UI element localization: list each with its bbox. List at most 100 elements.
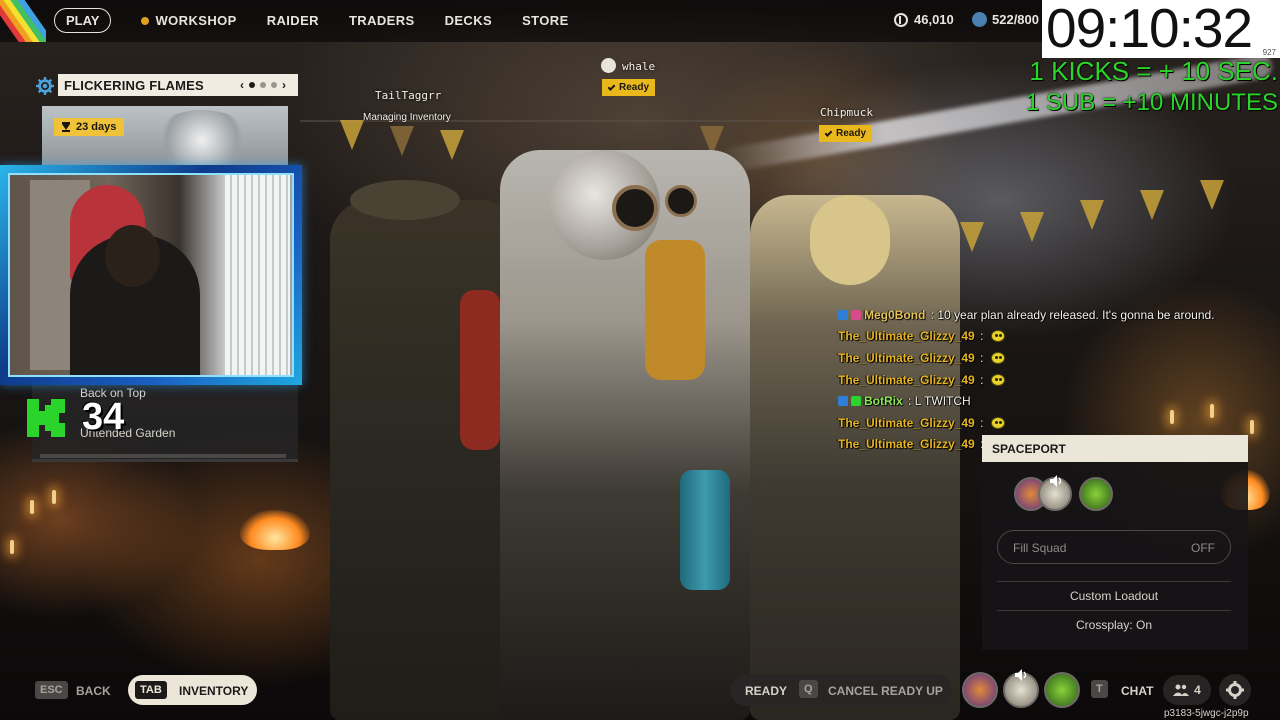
bunting-flag — [960, 222, 984, 252]
ready-badge: Ready — [819, 125, 873, 142]
page-dot[interactable] — [271, 82, 277, 88]
squad-avatar[interactable] — [1079, 477, 1113, 511]
fill-squad-toggle[interactable]: Fill Squad OFF — [997, 530, 1231, 564]
fill-squad-value: OFF — [1191, 541, 1215, 555]
currency-value: 46,010 — [914, 12, 954, 27]
candle — [52, 490, 56, 504]
brand-stripes-logo — [0, 0, 46, 42]
spaceport-header: SPACEPORT — [982, 435, 1248, 462]
event-lower-card[interactable] — [32, 384, 298, 462]
chat-username: The_Ultimate_Glizzy_49 — [838, 329, 975, 344]
event-tree-image — [152, 110, 252, 170]
squad-member-status: Managing Inventory — [363, 112, 451, 123]
candle — [10, 540, 14, 554]
chat-emote-icon — [990, 330, 1005, 343]
squad-member-name: Chipmuck — [820, 106, 873, 119]
page-dot[interactable] — [260, 82, 266, 88]
stream-timer: 09:10:32 — [1046, 0, 1253, 59]
nav-decks[interactable]: DECKS — [445, 13, 493, 28]
nav-workshop[interactable]: WORKSHOP — [141, 13, 236, 28]
nav-traders[interactable]: TRADERS — [349, 13, 415, 28]
bunting-flag — [1020, 212, 1044, 242]
esc-key-hint[interactable]: ESC — [35, 681, 68, 699]
bunting-flag — [1080, 200, 1104, 230]
chat-line: BotRix : L TWITCH — [838, 390, 1258, 412]
check-icon — [824, 128, 833, 137]
promo-subs: 1 SUB = +10 MINUTES — [1025, 89, 1278, 116]
divider — [997, 581, 1231, 582]
token-icon — [972, 12, 987, 27]
ready-badge: Ready — [602, 79, 656, 96]
bunting-flag — [340, 120, 364, 150]
raider-character-right — [750, 195, 960, 720]
gear-icon[interactable] — [36, 77, 54, 95]
custom-loadout-option[interactable]: Custom Loadout — [997, 589, 1231, 603]
q-key-hint: Q — [799, 680, 818, 698]
chat-button[interactable]: CHAT — [1121, 684, 1153, 698]
chat-separator: : — [976, 350, 987, 365]
crossplay-option[interactable]: Crossplay: On — [997, 618, 1231, 632]
event-title: FLICKERING FLAMES — [64, 77, 204, 93]
campfire — [240, 510, 310, 550]
ready-badge-label: Ready — [619, 82, 650, 93]
bunting-flag — [440, 130, 464, 160]
squad-avatar[interactable] — [962, 672, 998, 708]
webcam-feed — [8, 173, 294, 377]
bunting-flag — [1140, 190, 1164, 220]
fill-squad-label: Fill Squad — [1013, 541, 1067, 555]
kick-logo-icon — [27, 399, 65, 437]
gear-icon — [1226, 681, 1244, 699]
back-button[interactable]: BACK — [76, 684, 111, 698]
chat-username: Meg0Bond — [864, 307, 926, 322]
main-nav: PLAY WORKSHOP RAIDER TRADERS DECKS STORE — [54, 8, 569, 33]
page-dot[interactable] — [249, 82, 255, 88]
days-remaining-label: 23 days — [76, 121, 117, 133]
chat-username: The_Ultimate_Glizzy_49 — [838, 350, 975, 365]
chat-username: The_Ultimate_Glizzy_49 — [838, 437, 975, 452]
chat-line: The_Ultimate_Glizzy_49 : — [838, 369, 1258, 391]
chat-separator: : — [976, 329, 987, 344]
nav-play-button[interactable]: PLAY — [54, 8, 112, 33]
cancel-ready-button[interactable]: CANCEL READY UP — [828, 684, 943, 698]
speaker-icon — [1050, 475, 1062, 487]
chevron-left-icon[interactable]: ‹ — [240, 78, 244, 92]
crown-icon — [601, 58, 616, 73]
chevron-right-icon[interactable]: › — [282, 78, 286, 92]
chat-line: The_Ultimate_Glizzy_49 : — [838, 326, 1258, 348]
token-value: 522/800 — [992, 12, 1039, 27]
chat-separator: : — [976, 372, 987, 387]
speaker-icon — [1015, 669, 1027, 681]
chat-username: The_Ultimate_Glizzy_49 — [838, 415, 975, 430]
chat-emote-icon — [990, 416, 1005, 429]
chat-separator: : — [904, 394, 915, 409]
lobby-code: p3183-5jwgc-j2p9p — [1164, 708, 1249, 719]
tab-key-hint: TAB — [135, 681, 167, 699]
nav-raider[interactable]: RAIDER — [267, 13, 319, 28]
coin-icon — [894, 12, 908, 27]
chat-separator: : — [976, 415, 987, 430]
chat-separator: : — [927, 307, 938, 322]
settings-button[interactable] — [1219, 674, 1251, 706]
squad-members-button[interactable]: 4 — [1163, 675, 1211, 705]
squad-avatar[interactable] — [1044, 672, 1080, 708]
promo-kicks: 1 KICKS = + 10 SEC. — [1029, 56, 1278, 86]
people-icon — [1173, 684, 1190, 696]
bunting-flag — [1200, 180, 1224, 210]
stream-chat-overlay: Meg0Bond : 10 year plan already released… — [838, 304, 1258, 455]
chat-emote-icon — [990, 373, 1005, 386]
event-pager: ‹ › — [240, 78, 286, 92]
chat-badge-icon — [851, 396, 861, 407]
nav-store[interactable]: STORE — [522, 13, 569, 28]
ready-label: READY — [745, 684, 788, 698]
hourglass-icon — [62, 122, 70, 132]
squad-member-name: TailTaggrr — [375, 89, 442, 102]
spaceport-title: SPACEPORT — [992, 442, 1066, 456]
streamer-webcam — [0, 165, 302, 385]
raider-character-left — [330, 180, 520, 720]
ready-badge-label: Ready — [836, 128, 867, 139]
event-card-image[interactable] — [42, 106, 288, 170]
kick-follower-count: 34 — [82, 396, 125, 438]
token-display: 522/800 — [972, 12, 1039, 27]
event-progress-bar — [40, 454, 286, 458]
chat-badge-icon — [851, 309, 861, 320]
